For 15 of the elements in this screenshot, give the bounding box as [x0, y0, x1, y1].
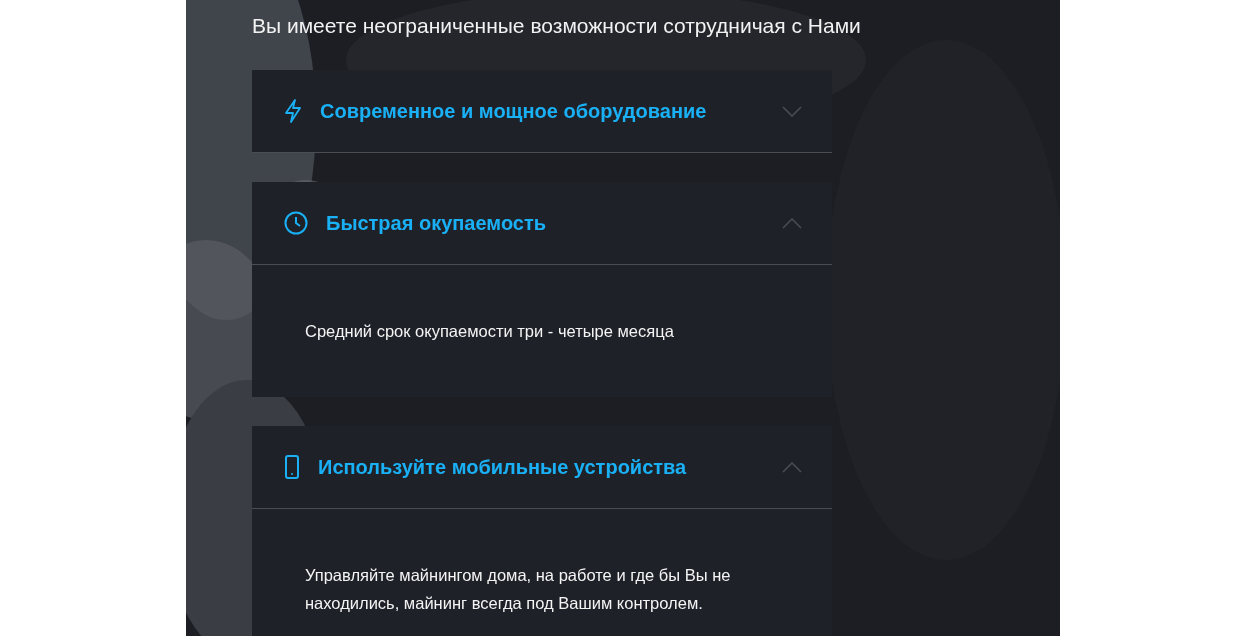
clock-icon — [284, 211, 308, 235]
accordion-title: Быстрая окупаемость — [326, 211, 548, 235]
accordion-text: Средний срок окупаемости три - четыре месяца — [305, 321, 675, 342]
accordion-header[interactable]: Используйте мобильные устройства — [252, 426, 832, 509]
accordion-title: Современное и мощное оборудование — [320, 99, 708, 123]
chevron-down-icon — [782, 105, 802, 117]
accordion-header[interactable]: Современное и мощное оборудование — [252, 70, 832, 153]
accordion-header[interactable]: Быстрая окупаемость — [252, 182, 832, 265]
chevron-up-icon — [782, 461, 802, 473]
accordion-text: Управляйте майнингом дома, на работе и где бы Вы не находились, майнинг всегда под Вашим контролем. — [305, 565, 732, 614]
smartphone-icon — [284, 455, 300, 479]
accordion-title: Используйте мобильные устройства — [318, 455, 688, 479]
section-heading: Вы имеете неограниченные возможности сотрудничая с Нами — [252, 13, 862, 39]
lightning-icon — [284, 99, 302, 123]
chevron-up-icon — [782, 217, 802, 229]
